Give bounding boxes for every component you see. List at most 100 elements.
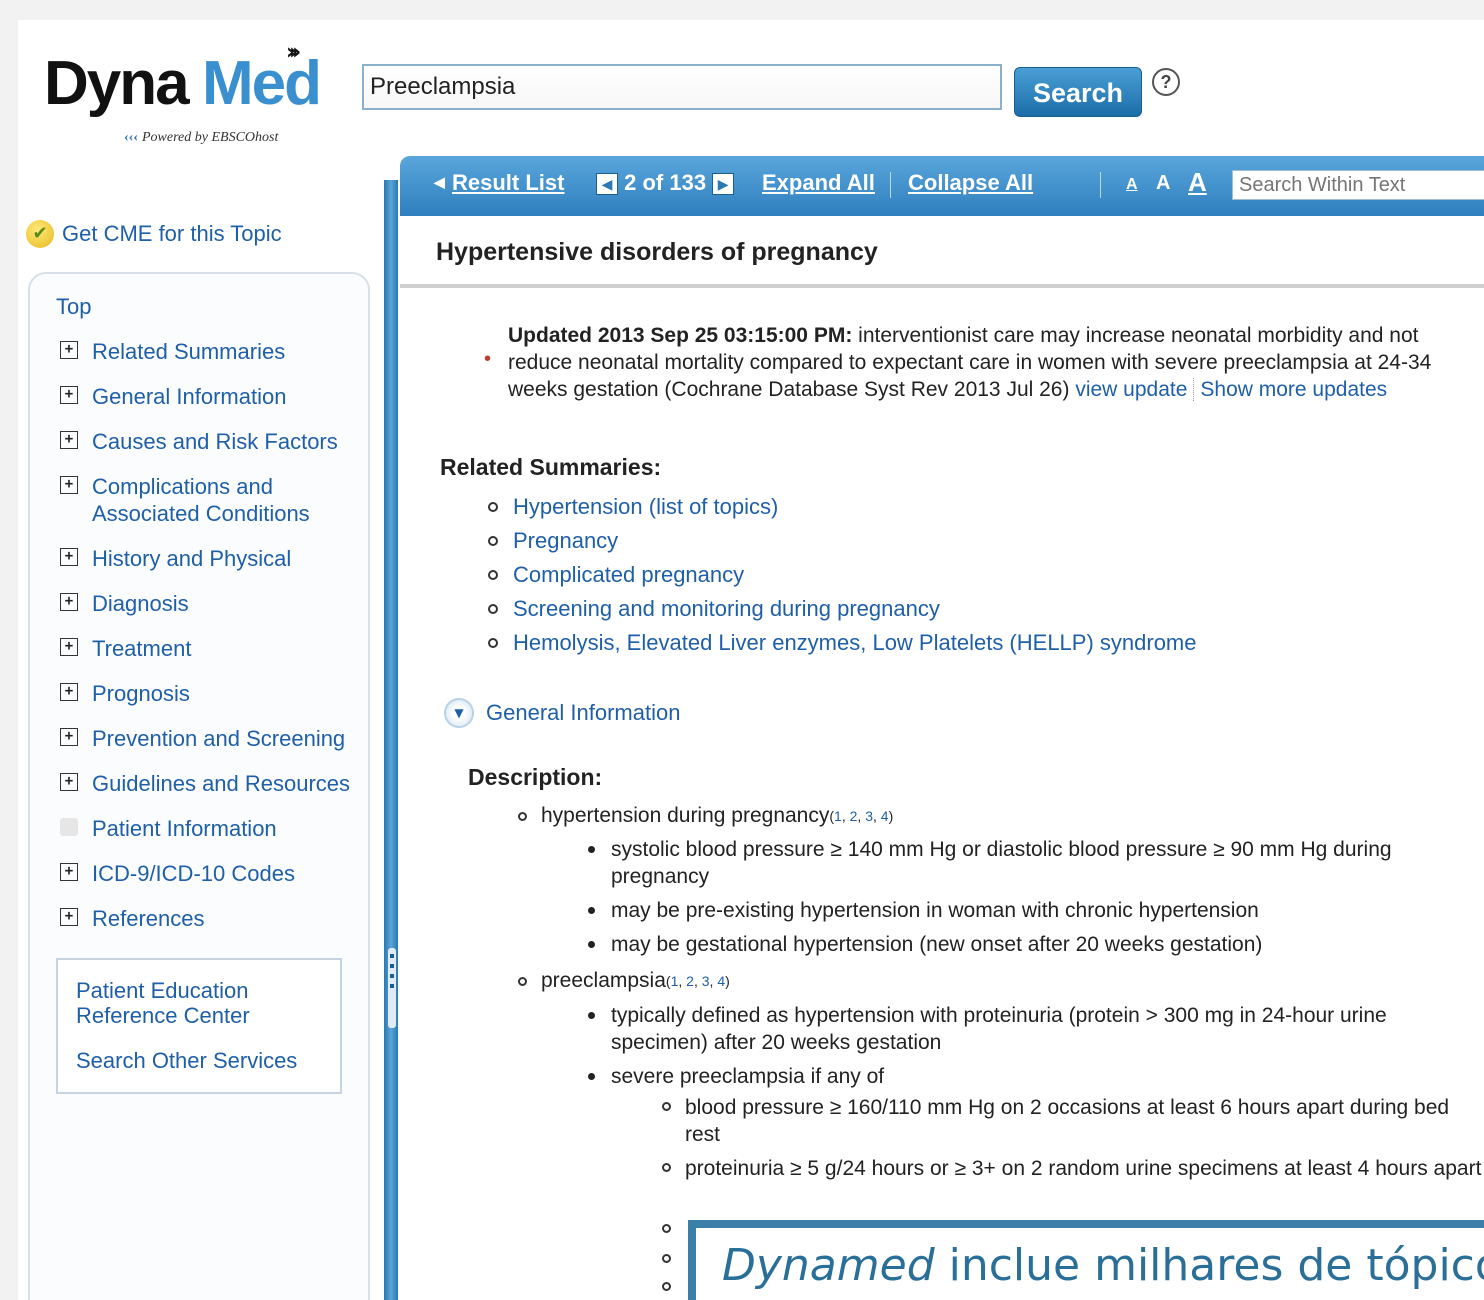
result-list-link[interactable]: Result List <box>452 170 564 196</box>
reference-link[interactable]: 2 <box>686 973 694 989</box>
related-summaries-heading: Related Summaries: <box>440 454 662 480</box>
reference-link[interactable]: 2 <box>850 808 858 824</box>
circle-bullet-icon <box>488 536 498 546</box>
font-size-medium-button[interactable]: A <box>1156 172 1170 195</box>
update-bullet-icon: • <box>484 348 492 370</box>
expand-plus-icon[interactable]: + <box>60 386 78 404</box>
expand-plus-icon[interactable]: + <box>60 683 78 701</box>
circle-bullet-icon <box>488 604 498 614</box>
table-of-contents: Top + Related Summaries + General Informat… <box>28 272 370 1300</box>
view-update-link[interactable]: view update <box>1075 378 1187 401</box>
update-separator <box>1193 378 1195 401</box>
toc-item-label: Complications and Associated Conditions <box>92 474 310 526</box>
expand-plus-icon[interactable]: + <box>60 548 78 566</box>
general-information-link[interactable]: General Information <box>486 700 680 726</box>
toolbar-divider <box>890 172 891 198</box>
toc-item-references[interactable]: + References <box>60 905 205 932</box>
sub-item-text: systolic blood pressure ≥ 140 mm Hg or d… <box>611 838 1392 888</box>
toc-item-label: History and Physical <box>92 546 292 571</box>
font-size-large-button[interactable]: A <box>1188 167 1207 198</box>
toc-item-label: Patient Information <box>92 816 277 841</box>
related-item[interactable]: Screening and monitoring during pregnanc… <box>488 596 940 622</box>
title-divider <box>400 284 1484 288</box>
logo-sub-arrows-icon: ‹‹‹ <box>124 130 138 145</box>
related-item[interactable]: Pregnancy <box>488 528 618 554</box>
description-item: preeclampsia (1, 2, 3, 4) <box>518 969 730 993</box>
toc-item-diagnosis[interactable]: + Diagnosis <box>60 590 189 617</box>
toc-item-general-information[interactable]: + General Information <box>60 383 286 410</box>
patient-education-link[interactable]: Patient Education Reference Center <box>76 978 316 1028</box>
expand-plus-icon[interactable]: + <box>60 728 78 746</box>
pane-splitter[interactable] <box>384 180 398 1300</box>
expand-plus-icon[interactable]: + <box>60 476 78 494</box>
search-within-text-input[interactable] <box>1232 170 1484 200</box>
toc-top-link[interactable]: Top <box>56 294 91 320</box>
logo-subtitle: ‹‹‹ Powered by EBSCOhost <box>124 130 278 146</box>
toc-item-patient-information[interactable]: Patient Information <box>60 815 277 842</box>
help-icon[interactable]: ? <box>1152 68 1180 96</box>
expand-plus-icon[interactable]: + <box>60 773 78 791</box>
logo-subtitle-text: Powered by EBSCOhost <box>142 130 279 145</box>
reference-link[interactable]: 4 <box>881 808 889 824</box>
toc-item-label: Treatment <box>92 636 192 661</box>
caption-overlay: Dynamed inclue milhares de tópicos <box>688 1220 1484 1300</box>
toc-item-icd-codes[interactable]: + ICD-9/ICD-10 Codes <box>60 860 295 887</box>
search-other-services-link[interactable]: Search Other Services <box>76 1048 316 1073</box>
get-cme-link[interactable]: ✔ Get CME for this Topic <box>26 220 282 248</box>
expand-plus-icon[interactable]: + <box>60 341 78 359</box>
toc-item-history-and-physical[interactable]: + History and Physical <box>60 545 291 572</box>
circle-bullet-icon <box>518 811 527 821</box>
collapse-chevron-icon[interactable]: ▼ <box>444 698 474 728</box>
related-link[interactable]: Screening and monitoring during pregnanc… <box>513 596 940 622</box>
expand-all-link[interactable]: Expand All <box>762 170 875 196</box>
sub-sub-item: proteinuria ≥ 5 g/24 hours or ≥ 3+ on 2 … <box>662 1155 1482 1182</box>
references: (1, 2, 3, 4) <box>665 973 730 989</box>
general-information-section-toggle[interactable]: ▼ General Information <box>444 698 680 728</box>
circle-bullet-icon <box>662 1102 671 1111</box>
sub-item-text: typically defined as hypertension with p… <box>611 1004 1387 1054</box>
related-item[interactable]: Hemolysis, Elevated Liver enzymes, Low P… <box>488 630 1197 656</box>
circle-bullet-icon <box>518 976 527 986</box>
related-link[interactable]: Complicated pregnancy <box>513 562 744 588</box>
font-size-small-button[interactable]: A <box>1126 176 1138 194</box>
toc-item-treatment[interactable]: + Treatment <box>60 635 191 662</box>
expand-plus-icon[interactable]: + <box>60 863 78 881</box>
search-button[interactable]: Search <box>1014 67 1142 117</box>
reference-link[interactable]: 3 <box>702 973 710 989</box>
toc-item-complications[interactable]: + Complications and Associated Conditions <box>60 473 310 527</box>
document-toolbar: ◀ Result List ◀ 2 of 133 ▶ Expand All Co… <box>400 156 1484 216</box>
dynamed-logo[interactable]: Dyna Med ››› ‹‹‹ Powered by EBSCOhost <box>44 40 344 145</box>
caption-text: inclue milhares de tópicos <box>934 1240 1484 1291</box>
expand-plus-icon[interactable]: + <box>60 638 78 656</box>
collapse-all-link[interactable]: Collapse All <box>908 170 1033 196</box>
related-item[interactable]: Hypertension (list of topics) <box>488 494 778 520</box>
related-link[interactable]: Pregnancy <box>513 528 618 554</box>
logo-arrows-icon: ››› <box>286 40 301 65</box>
reference-link[interactable]: 1 <box>671 973 679 989</box>
expand-plus-icon[interactable]: + <box>60 908 78 926</box>
toc-item-related-summaries[interactable]: + Related Summaries <box>60 338 285 365</box>
related-link[interactable]: Hypertension (list of topics) <box>513 494 778 520</box>
related-item[interactable]: Complicated pregnancy <box>488 562 744 588</box>
references: (1, 2, 3, 4) <box>829 808 894 824</box>
toc-item-prevention-and-screening[interactable]: + Prevention and Screening <box>60 725 345 752</box>
splitter-grip-icon[interactable] <box>388 948 396 1028</box>
toc-item-prognosis[interactable]: + Prognosis <box>60 680 190 707</box>
circle-bullet-icon <box>662 1163 671 1172</box>
expand-plus-icon[interactable]: + <box>60 593 78 611</box>
related-link[interactable]: Hemolysis, Elevated Liver enzymes, Low P… <box>513 630 1197 656</box>
circle-bullet-icon <box>488 638 498 648</box>
show-more-updates-link[interactable]: Show more updates <box>1200 378 1387 401</box>
toc-item-guidelines-and-resources[interactable]: + Guidelines and Resources <box>60 770 350 797</box>
search-input[interactable] <box>362 64 1002 110</box>
dot-bullet-icon <box>588 907 595 914</box>
reference-link[interactable]: 3 <box>865 808 873 824</box>
result-position: 2 of 133 <box>624 170 707 195</box>
next-result-icon[interactable]: ▶ <box>712 173 735 196</box>
previous-result-icon[interactable]: ◀ <box>596 173 618 196</box>
expand-plus-icon[interactable]: + <box>60 431 78 449</box>
sub-item: may be pre-existing hypertension in woma… <box>588 897 1478 924</box>
toc-item-causes-and-risk-factors[interactable]: + Causes and Risk Factors <box>60 428 338 455</box>
reference-link[interactable]: 1 <box>834 808 842 824</box>
reference-link[interactable]: 4 <box>717 973 725 989</box>
